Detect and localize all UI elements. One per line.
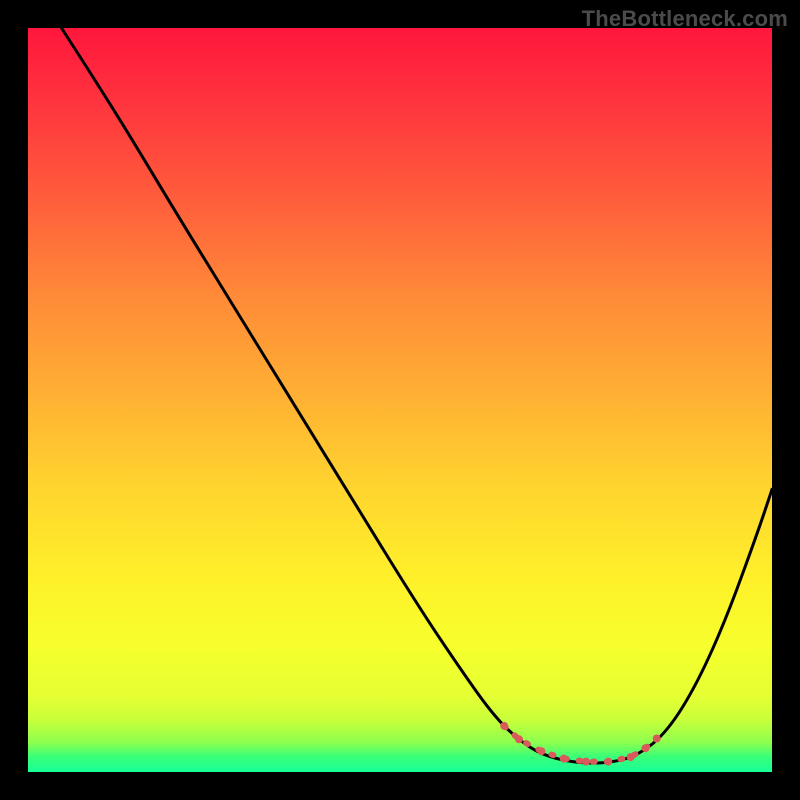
optimal-marker-dot xyxy=(560,755,568,763)
plot-area xyxy=(28,28,772,772)
optimal-marker-dot xyxy=(604,758,612,766)
optimal-marker-dot xyxy=(515,735,523,743)
optimal-marker-dot xyxy=(627,753,635,761)
watermark-text: TheBottleneck.com xyxy=(582,6,788,32)
bottleneck-curve xyxy=(62,28,773,763)
chart-frame: TheBottleneck.com xyxy=(0,0,800,800)
optimal-marker-dot xyxy=(500,722,508,730)
optimal-marker-dot xyxy=(653,735,661,743)
optimal-marker-dot xyxy=(537,747,545,755)
optimal-marker-dot xyxy=(582,758,590,766)
curve-layer xyxy=(28,28,772,772)
optimal-marker xyxy=(500,722,661,766)
optimal-marker-dot xyxy=(642,744,650,752)
